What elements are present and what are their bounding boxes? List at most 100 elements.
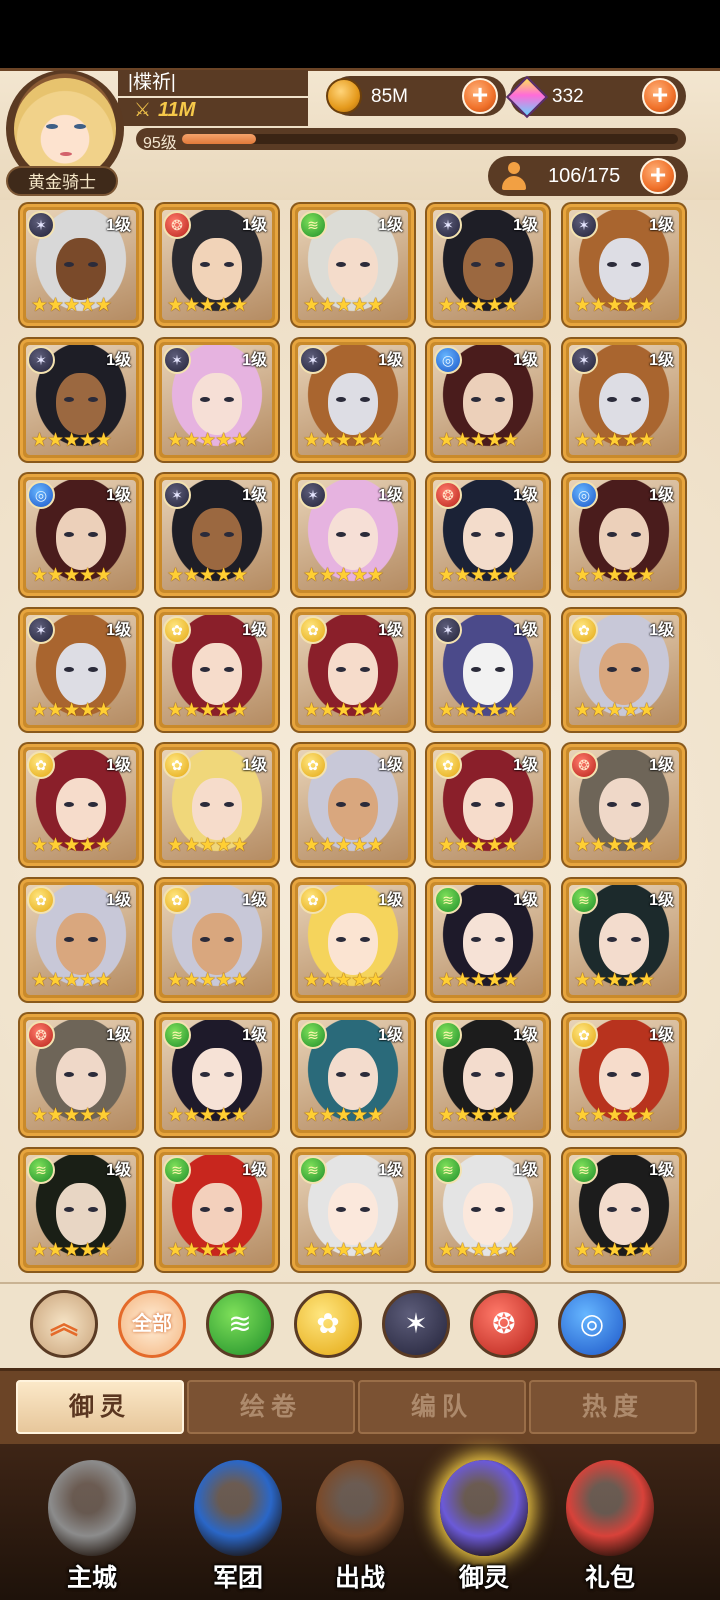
hero-card[interactable]: ❂ 1级 ★★★★★ <box>427 474 549 596</box>
hero-card[interactable]: ✶ 1级 ★★★★★ <box>292 474 414 596</box>
nav-spirits[interactable]: 御灵 <box>422 1452 546 1598</box>
hero-card[interactable]: ◎ 1级 ★★★★★ <box>563 474 685 596</box>
hero-eyes <box>471 532 505 538</box>
hero-card[interactable]: ✿ 1级 ★★★★★ <box>427 744 549 866</box>
hero-card[interactable]: ✿ 1级 ★★★★★ <box>292 879 414 1001</box>
avatar[interactable] <box>14 78 116 180</box>
light-element-icon: ✿ <box>299 616 327 644</box>
hero-eyes <box>200 667 234 673</box>
hero-card[interactable]: ✿ 1级 ★★★★★ <box>156 609 278 731</box>
fire-element-icon: ❂ <box>27 1021 55 1049</box>
nav-gift-pack[interactable]: 礼包 <box>548 1452 672 1598</box>
hero-card[interactable]: ≋ 1级 ★★★★★ <box>292 1149 414 1271</box>
hero-card[interactable]: ✶ 1级 ★★★★★ <box>563 204 685 326</box>
hero-card[interactable]: ❂ 1级 ★★★★★ <box>156 204 278 326</box>
filter-all-button[interactable]: 全部 <box>118 1290 186 1358</box>
hero-card[interactable]: ✶ 1级 ★★★★★ <box>427 609 549 731</box>
fire-element-icon: ❂ <box>163 211 191 239</box>
hero-level: 1级 <box>106 487 131 504</box>
hero-card[interactable]: ≋ 1级 ★★★★★ <box>427 879 549 1001</box>
hero-card[interactable]: ✶ 1级 ★★★★★ <box>20 339 142 461</box>
hero-card[interactable]: ≋ 1级 ★★★★★ <box>563 879 685 1001</box>
star-rating: ★★★★★ <box>167 970 248 991</box>
hero-face <box>463 238 513 300</box>
tab-scrolls[interactable]: 绘卷 <box>187 1380 355 1434</box>
hero-eyes <box>200 397 234 403</box>
hero-card[interactable]: ≋ 1级 ★★★★★ <box>292 1014 414 1136</box>
hero-card[interactable]: ✿ 1级 ★★★★★ <box>292 609 414 731</box>
nav-label: 主城 <box>66 1564 117 1592</box>
tab-spirits[interactable]: 御灵 <box>16 1380 184 1434</box>
hero-card[interactable]: ✿ 1级 ★★★★★ <box>20 744 142 866</box>
hero-card[interactable]: ✿ 1级 ★★★★★ <box>563 609 685 731</box>
avatar-eye <box>74 124 86 129</box>
hero-face <box>192 778 242 840</box>
hero-level: 1级 <box>513 217 538 234</box>
light-element-icon: ✿ <box>299 751 327 779</box>
hero-face <box>463 778 513 840</box>
light-element-icon: ✿ <box>434 751 462 779</box>
hero-card[interactable]: ≋ 1级 ★★★★★ <box>427 1014 549 1136</box>
hero-card[interactable]: ✶ 1级 ★★★★★ <box>156 474 278 596</box>
filter-water-button[interactable]: ◎ <box>558 1290 626 1358</box>
hero-card[interactable]: ✶ 1级 ★★★★★ <box>292 339 414 461</box>
hero-card[interactable]: ❂ 1级 ★★★★★ <box>20 1014 142 1136</box>
filter-wind-button[interactable]: ≋ <box>206 1290 274 1358</box>
hero-level: 1级 <box>378 757 403 774</box>
hero-card[interactable]: ≋ 1级 ★★★★★ <box>156 1149 278 1271</box>
hero-eyes <box>607 1072 641 1078</box>
star-rating: ★★★★★ <box>31 430 112 451</box>
hero-card[interactable]: ✶ 1级 ★★★★★ <box>563 339 685 461</box>
hero-card[interactable]: ≋ 1级 ★★★★★ <box>20 1149 142 1271</box>
hero-face <box>328 373 378 435</box>
star-rating: ★★★★★ <box>167 565 248 586</box>
hero-card[interactable]: ✿ 1级 ★★★★★ <box>563 1014 685 1136</box>
hero-card[interactable]: ✿ 1级 ★★★★★ <box>292 744 414 866</box>
expand-roster-button[interactable]: + <box>640 158 676 194</box>
hero-card[interactable]: ✿ 1级 ★★★★★ <box>156 744 278 866</box>
hero-level: 1级 <box>649 352 674 369</box>
nav-spirits-icon <box>440 1460 528 1556</box>
hero-card[interactable]: ✶ 1级 ★★★★★ <box>20 204 142 326</box>
add-gems-button[interactable]: + <box>642 78 678 114</box>
hero-card[interactable]: ≋ 1级 ★★★★★ <box>563 1149 685 1271</box>
nav-legion[interactable]: 军团 <box>176 1452 300 1598</box>
hero-face <box>328 913 378 975</box>
filter-light-button[interactable]: ✿ <box>294 1290 362 1358</box>
avatar-eye <box>46 124 58 129</box>
collapse-button[interactable]: ︽ <box>30 1290 98 1358</box>
hero-eyes <box>471 937 505 943</box>
hero-card[interactable]: ◎ 1级 ★★★★★ <box>20 474 142 596</box>
light-element-icon: ✿ <box>570 616 598 644</box>
hero-card[interactable]: ✶ 1级 ★★★★★ <box>427 204 549 326</box>
add-coins-button[interactable]: + <box>462 78 498 114</box>
hero-card[interactable]: ≋ 1级 ★★★★★ <box>427 1149 549 1271</box>
light-element-icon: ✿ <box>163 751 191 779</box>
hero-card[interactable]: ✿ 1级 ★★★★★ <box>156 879 278 1001</box>
hero-card[interactable]: ✶ 1级 ★★★★★ <box>20 609 142 731</box>
hero-face <box>599 508 649 570</box>
hero-eyes <box>607 1207 641 1213</box>
wind-element-icon: ≋ <box>299 211 327 239</box>
hero-level: 1级 <box>106 757 131 774</box>
filter-dark-button[interactable]: ✶ <box>382 1290 450 1358</box>
hero-card[interactable]: ❂ 1级 ★★★★★ <box>563 744 685 866</box>
star-rating: ★★★★★ <box>574 700 655 721</box>
hero-card[interactable]: ✶ 1级 ★★★★★ <box>156 339 278 461</box>
tab-popularity[interactable]: 热度 <box>529 1380 697 1434</box>
hero-card[interactable]: ✿ 1级 ★★★★★ <box>20 879 142 1001</box>
tab-formation[interactable]: 编队 <box>358 1380 526 1434</box>
hero-level: 1级 <box>513 487 538 504</box>
fire-element-icon: ❂ <box>434 481 462 509</box>
hero-eyes <box>336 667 370 673</box>
nav-main-city[interactable]: 主城 <box>30 1452 154 1598</box>
hero-card[interactable]: ◎ 1级 ★★★★★ <box>427 339 549 461</box>
hero-card[interactable]: ≋ 1级 ★★★★★ <box>156 1014 278 1136</box>
hero-face <box>56 778 106 840</box>
hero-eyes <box>64 262 98 268</box>
dark-element-icon: ✶ <box>299 481 327 509</box>
hero-card[interactable]: ≋ 1级 ★★★★★ <box>292 204 414 326</box>
hero-eyes <box>64 1207 98 1213</box>
filter-fire-button[interactable]: ❂ <box>470 1290 538 1358</box>
nav-battle[interactable]: 出战 <box>298 1452 422 1598</box>
